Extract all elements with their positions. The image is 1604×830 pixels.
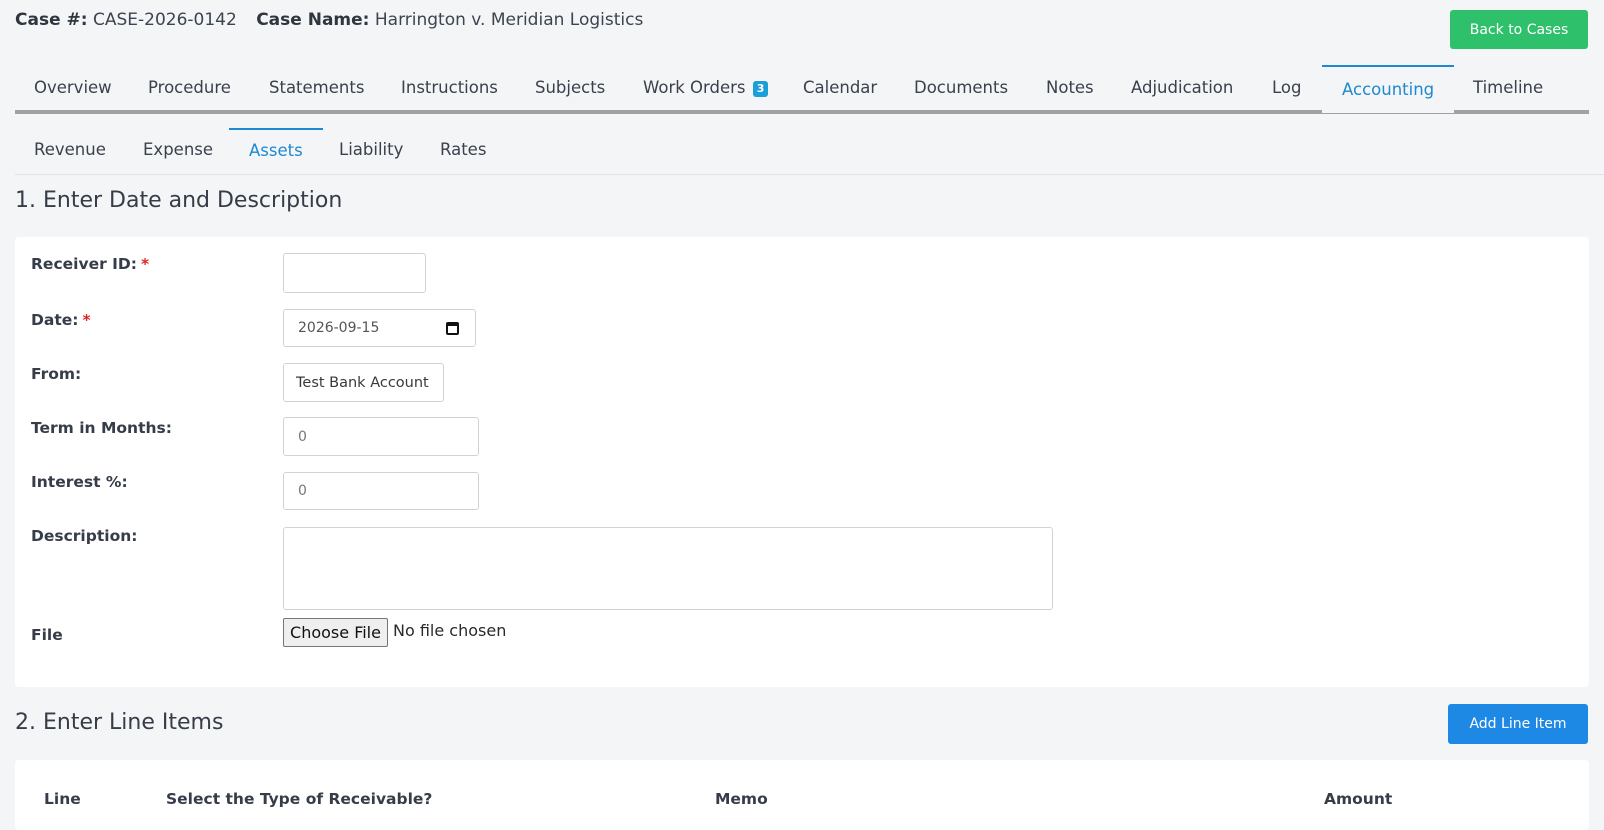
tab-procedure[interactable]: Procedure [148,66,231,110]
tab-work-orders-label: Work Orders [643,78,746,97]
tab-log[interactable]: Log [1272,66,1301,110]
tab-notes[interactable]: Notes [1046,66,1094,110]
case-name: Harrington v. Meridian Logistics [374,10,644,30]
required-marker: * [82,311,91,329]
description-label: Description: [31,527,138,545]
work-orders-count-badge: 3 [752,81,769,97]
case-tabs: Overview Procedure Statements Instructio… [15,65,1589,114]
term-months-label: Term in Months: [31,419,172,437]
interest-input[interactable]: 0 [283,472,479,510]
add-line-item-button[interactable]: Add Line Item [1448,704,1588,744]
tab-documents[interactable]: Documents [914,66,1008,110]
file-status: No file chosen [393,621,507,640]
interest-label: Interest %: [31,473,128,491]
column-header-line: Line [44,790,81,808]
receiver-id-label: Receiver ID: * [31,255,150,273]
back-to-cases-button[interactable]: Back to Cases [1450,10,1588,49]
date-value: 2026-09-15 [298,320,380,336]
description-textarea[interactable] [283,527,1053,610]
case-number: CASE-2026-0142 [92,10,237,30]
tab-overview[interactable]: Overview [34,66,112,110]
section-line-items-title: 2. Enter Line Items [15,710,224,735]
choose-file-button[interactable]: Choose File [283,618,388,647]
from-label: From: [31,365,82,383]
from-select[interactable]: Test Bank Account [283,363,444,402]
case-number-label: Case #: [15,10,88,30]
section-date-description-title: 1. Enter Date and Description [15,188,343,213]
required-marker: * [140,255,150,273]
column-header-receivable-type: Select the Type of Receivable? [166,790,433,808]
date-input[interactable]: 2026-09-15 [283,309,476,347]
tab-statements[interactable]: Statements [269,66,364,110]
line-items-table: Line Select the Type of Receivable? Memo… [15,760,1589,830]
subtab-liability[interactable]: Liability [339,128,403,173]
tab-calendar[interactable]: Calendar [803,66,877,110]
subtab-assets[interactable]: Assets [229,128,323,175]
case-header: Case #: CASE-2026-0142 Case Name: Harrin… [15,10,657,30]
file-label: File [31,626,63,644]
receiver-id-input[interactable] [283,253,426,293]
tab-work-orders[interactable]: Work Orders 3 [643,66,769,110]
tab-accounting[interactable]: Accounting [1322,65,1455,113]
subtab-expense[interactable]: Expense [143,128,213,173]
tab-timeline[interactable]: Timeline [1473,66,1543,110]
accounting-subtabs: Revenue Expense Assets Liability Rates [15,128,1604,175]
tab-subjects[interactable]: Subjects [535,66,605,110]
tab-instructions[interactable]: Instructions [401,66,498,110]
column-header-amount: Amount [1324,790,1393,808]
date-label: Date: * [31,311,91,329]
tab-adjudication[interactable]: Adjudication [1131,66,1233,110]
term-months-input[interactable]: 0 [283,417,479,456]
column-header-memo: Memo [715,790,768,808]
date-description-card: Receiver ID: * Date: * 2026-09-15 From: Te… [15,237,1589,687]
subtab-revenue[interactable]: Revenue [34,128,106,173]
subtab-rates[interactable]: Rates [440,128,486,173]
case-name-label: Case Name: [256,10,370,30]
calendar-icon[interactable] [446,322,459,335]
